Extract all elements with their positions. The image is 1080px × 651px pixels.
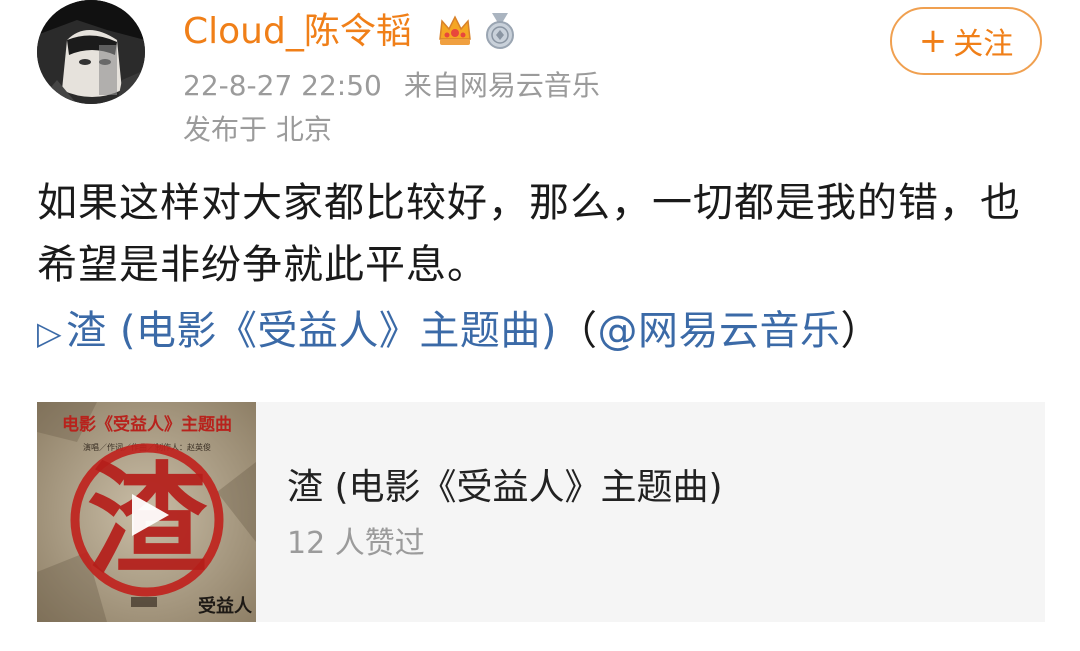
avatar-image <box>37 0 145 104</box>
cover-banner: 电影《受益人》主题曲 <box>62 414 232 435</box>
music-link-song[interactable]: 渣 (电影《受益人》主题曲) <box>66 308 557 354</box>
post-timestamp: 22-8-27 22:50 <box>183 69 382 102</box>
post-text: 如果这样对大家都比较好，那么，一切都是我的错，也希望是非纷争就此平息。 <box>37 180 1021 288</box>
close-paren: ） <box>840 308 882 354</box>
card-title[interactable]: 渣 (电影《受益人》主题曲) <box>287 465 723 511</box>
post-source[interactable]: 来自网易云音乐 <box>404 69 600 102</box>
open-paren: （ <box>557 308 598 354</box>
post-meta: 22-8-27 22:50 来自网易云音乐 <box>183 68 622 104</box>
card-likes: 12 人赞过 <box>287 526 425 561</box>
music-card[interactable]: 电影《受益人》主题曲 演唱／作词／作曲／制作人：赵英俊 渣 受益人 渣 (电影《… <box>37 402 1045 622</box>
music-link[interactable]: ▷ 渣 (电影《受益人》主题曲)（@网易云音乐） <box>37 300 881 364</box>
post-location: 发布于 北京 <box>183 113 332 146</box>
plus-icon: + <box>918 21 948 61</box>
follow-label: 关注 <box>953 27 1014 62</box>
medal-icon <box>482 11 518 49</box>
cover-movie-title: 受益人 <box>198 595 253 617</box>
follow-button[interactable]: + 关注 <box>890 7 1042 75</box>
crown-icon <box>436 11 474 49</box>
mention-link[interactable]: @网易云音乐 <box>598 308 841 354</box>
album-cover[interactable]: 电影《受益人》主题曲 演唱／作词／作曲／制作人：赵英俊 渣 受益人 <box>37 402 256 622</box>
avatar[interactable] <box>37 0 145 104</box>
username[interactable]: Cloud_陈令韬 <box>183 10 412 54</box>
play-outline-icon: ▷ <box>37 314 63 352</box>
